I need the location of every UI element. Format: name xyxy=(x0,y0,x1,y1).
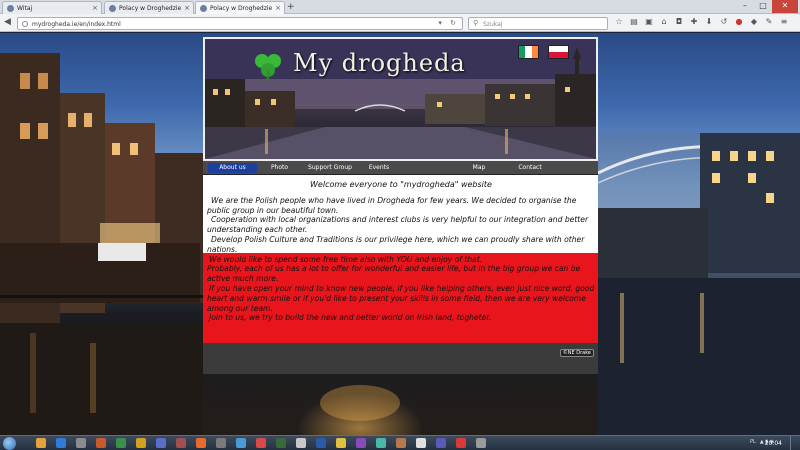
star-icon[interactable]: ☆ xyxy=(614,17,624,27)
window-controls: – □ ✕ xyxy=(736,0,798,13)
clipboard-icon[interactable]: ▤ xyxy=(629,17,639,27)
language-indicator[interactable]: PL xyxy=(750,439,756,445)
back-icon[interactable]: ◀ xyxy=(4,17,11,28)
close-icon[interactable]: × xyxy=(92,4,98,12)
shamrock-logo-icon xyxy=(255,54,281,81)
firefox-taskbar-icon[interactable] xyxy=(196,438,206,448)
app-icon[interactable] xyxy=(396,438,406,448)
browser-tab[interactable]: Polacy w Droghedzie × xyxy=(104,1,194,14)
windows-taskbar: PL ▲ ▮ ◉ 20:04 xyxy=(0,435,800,450)
sync-icon[interactable]: ↺ xyxy=(719,17,729,27)
paragraph: Join to us, we try to build the new and … xyxy=(209,313,492,323)
app-icon[interactable] xyxy=(156,438,166,448)
search-icon: ⚲ xyxy=(473,19,479,27)
explorer-icon[interactable] xyxy=(36,438,46,448)
close-icon[interactable]: × xyxy=(275,4,281,12)
website-container: My drogheda About us Photo Support Group… xyxy=(203,37,598,374)
nav-support-group[interactable]: Support Group xyxy=(305,163,355,173)
minimize-button[interactable]: – xyxy=(736,0,754,13)
show-desktop-button[interactable] xyxy=(790,436,800,450)
app-icon[interactable] xyxy=(436,438,446,448)
download-icon[interactable]: ⬇ xyxy=(704,17,714,27)
search-placeholder: Szukaj xyxy=(483,21,503,28)
app-icon[interactable] xyxy=(276,438,286,448)
ie-icon[interactable] xyxy=(56,438,66,448)
app-icon[interactable] xyxy=(96,438,106,448)
menu-icon[interactable]: ≡ xyxy=(779,17,789,27)
page-icon xyxy=(109,5,116,12)
extension-icon[interactable]: ✚ xyxy=(689,17,699,27)
copyright-badge: ©NE Drake xyxy=(559,349,594,357)
search-bar[interactable]: ⚲ Szukaj xyxy=(468,17,608,30)
polish-flag-icon[interactable] xyxy=(548,45,569,59)
reload-icon[interactable]: ▾ ↻ xyxy=(438,19,459,27)
paragraph: Develop Polish Culture and Traditions is… xyxy=(207,234,585,254)
paragraph: If you have open your mind to know new p… xyxy=(207,283,595,313)
nav-contact[interactable]: Contact xyxy=(515,163,545,173)
browser-toolbar: ☆ ▤ ▣ ⌂ ◘ ✚ ⬇ ↺ ● ◆ ✎ ≡ xyxy=(614,17,789,27)
opera-icon[interactable] xyxy=(456,438,466,448)
browser-navigation-bar: ◀ mydrogheda.ie/en/index.html ▾ ↻ ⚲ Szuk… xyxy=(0,14,800,32)
app-icon[interactable] xyxy=(316,438,326,448)
site-content: Welcome everyone to "mydrogheda" website… xyxy=(203,175,598,374)
app-icon[interactable] xyxy=(416,438,426,448)
site-header: My drogheda xyxy=(203,37,598,161)
app-icon[interactable] xyxy=(236,438,246,448)
url-bar[interactable]: mydrogheda.ie/en/index.html ▾ ↻ xyxy=(17,17,463,30)
app-icon[interactable] xyxy=(476,438,486,448)
nav-about-us[interactable]: About us xyxy=(208,163,257,173)
close-icon[interactable]: × xyxy=(184,4,190,12)
pocket-icon[interactable]: ◘ xyxy=(674,17,684,27)
new-tab-button[interactable]: + xyxy=(287,2,295,12)
irish-flag-icon[interactable] xyxy=(518,45,539,59)
paragraph: We would like to spend some free time al… xyxy=(209,254,483,264)
app-icon[interactable] xyxy=(76,438,86,448)
app-icon[interactable] xyxy=(296,438,306,448)
pen-icon[interactable]: ✎ xyxy=(764,17,774,27)
app-icon[interactable] xyxy=(176,438,186,448)
app-icon[interactable] xyxy=(336,438,346,448)
tab-label: Polacy w Droghedzie xyxy=(119,5,182,12)
about-us-text: Welcome everyone to "mydrogheda" website… xyxy=(207,180,595,323)
browser-tab[interactable]: Witaj × xyxy=(2,1,102,14)
welcome-heading: Welcome everyone to "mydrogheda" website xyxy=(310,180,492,189)
app-icon[interactable] xyxy=(116,438,126,448)
clock[interactable]: 20:04 xyxy=(765,440,782,447)
site-info-icon[interactable] xyxy=(22,21,28,27)
url-text: mydrogheda.ie/en/index.html xyxy=(32,21,121,28)
paragraph: Cooperation with local organizations and… xyxy=(207,215,589,235)
browser-tab-bar: Witaj × Polacy w Droghedzie × Polacy w D… xyxy=(0,0,800,14)
app-icon[interactable] xyxy=(256,438,266,448)
maximize-button[interactable]: □ xyxy=(754,0,772,13)
nav-map[interactable]: Map xyxy=(467,163,491,173)
firefox-icon xyxy=(7,5,14,12)
lock-icon[interactable]: ▣ xyxy=(644,17,654,27)
start-button[interactable] xyxy=(3,437,16,450)
home-icon[interactable]: ⌂ xyxy=(659,17,669,27)
page-icon xyxy=(200,5,207,12)
paragraph: Probably, each of us has a lot to offer … xyxy=(207,264,581,284)
close-window-button[interactable]: ✕ xyxy=(772,0,798,13)
tab-label: Witaj xyxy=(17,5,33,12)
app-icon[interactable] xyxy=(216,438,226,448)
addon-icon[interactable]: ◆ xyxy=(749,17,759,27)
site-title: My drogheda xyxy=(293,49,466,77)
tab-label: Polacy w Droghedzie xyxy=(210,5,273,12)
paragraph: We are the Polish people who have lived … xyxy=(207,195,577,215)
site-navigation: About us Photo Support Group Events Map … xyxy=(203,161,598,175)
browser-tab-active[interactable]: Polacy w Droghedzie × xyxy=(195,1,285,14)
nav-events[interactable]: Events xyxy=(363,163,395,173)
nav-photo[interactable]: Photo xyxy=(263,163,296,173)
app-icon[interactable] xyxy=(376,438,386,448)
adblock-icon[interactable]: ● xyxy=(734,17,744,27)
app-icon[interactable] xyxy=(356,438,366,448)
app-icon[interactable] xyxy=(136,438,146,448)
